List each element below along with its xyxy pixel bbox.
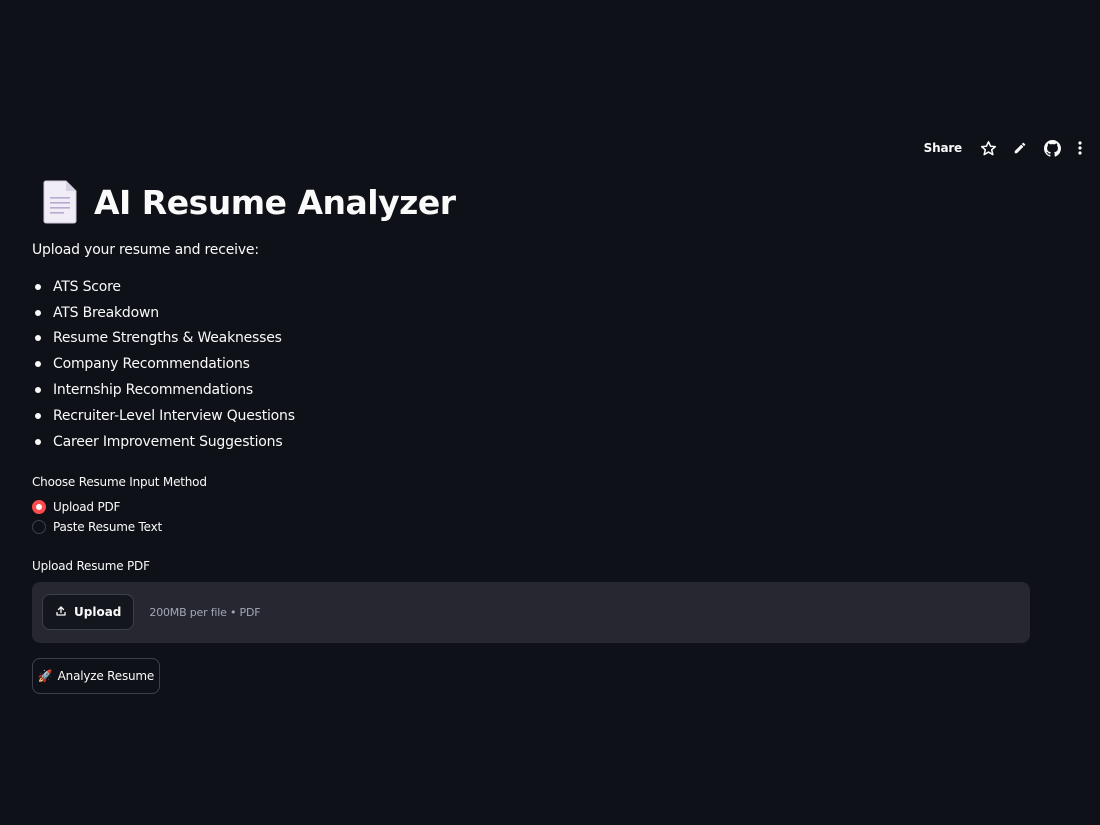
- radio-selected-icon[interactable]: [32, 499, 46, 514]
- feature-list: ATS Score ATS Breakdown Resume Strengths…: [32, 274, 1030, 455]
- bullet-icon: [35, 283, 41, 290]
- list-item: Resume Strengths & Weaknesses: [32, 326, 1030, 352]
- input-method-label: Choose Resume Input Method: [32, 474, 207, 489]
- bullet-icon: [35, 361, 41, 368]
- share-button[interactable]: Share: [914, 141, 972, 155]
- upload-limit-text: 200MB per file • PDF: [149, 605, 261, 619]
- github-icon[interactable]: [1036, 136, 1068, 160]
- feature-text: ATS Score: [53, 278, 121, 295]
- radio-label: Upload PDF: [53, 499, 121, 514]
- bullet-icon: [35, 412, 41, 419]
- title-row: AI Resume Analyzer: [32, 176, 1030, 228]
- analyze-resume-button[interactable]: 🚀 Analyze Resume: [32, 657, 160, 694]
- list-item: ATS Breakdown: [32, 300, 1030, 326]
- feature-text: Career Improvement Suggestions: [53, 433, 283, 450]
- analyze-button-label: Analyze Resume: [57, 668, 155, 683]
- rocket-icon: 🚀: [37, 668, 53, 683]
- list-item: Internship Recommendations: [32, 377, 1030, 403]
- star-icon[interactable]: [972, 136, 1004, 160]
- input-method-radio-group: Upload PDF Paste Resume Text: [32, 497, 1030, 537]
- radio-unselected-icon[interactable]: [32, 519, 46, 534]
- upload-icon: [55, 605, 67, 620]
- upload-button[interactable]: Upload: [42, 594, 135, 631]
- bullet-icon: [35, 438, 41, 445]
- file-dropzone[interactable]: Upload 200MB per file • PDF: [32, 581, 1030, 643]
- bullet-icon: [35, 335, 41, 342]
- feature-text: Resume Strengths & Weaknesses: [53, 330, 282, 347]
- feature-text: Internship Recommendations: [53, 382, 253, 399]
- main-content: AI Resume Analyzer Upload your resume an…: [32, 176, 1030, 694]
- list-item: Recruiter-Level Interview Questions: [32, 403, 1030, 429]
- bullet-icon: [35, 387, 41, 394]
- upload-label: Upload Resume PDF: [32, 558, 150, 573]
- feature-text: ATS Breakdown: [53, 304, 159, 321]
- feature-text: Company Recommendations: [53, 356, 250, 373]
- list-item: ATS Score: [32, 274, 1030, 300]
- radio-upload-pdf[interactable]: Upload PDF: [32, 497, 1030, 517]
- intro-text: Upload your resume and receive:: [32, 242, 259, 258]
- feature-text: Recruiter-Level Interview Questions: [53, 407, 295, 424]
- upload-button-label: Upload: [74, 605, 122, 620]
- list-item: Career Improvement Suggestions: [32, 429, 1030, 455]
- more-vertical-icon[interactable]: [1068, 136, 1092, 160]
- list-item: Company Recommendations: [32, 351, 1030, 377]
- top-toolbar: Share: [914, 136, 1092, 160]
- bullet-icon: [35, 309, 41, 316]
- page-title: AI Resume Analyzer: [94, 182, 456, 222]
- radio-paste-text[interactable]: Paste Resume Text: [32, 517, 1030, 537]
- pencil-icon[interactable]: [1004, 136, 1036, 160]
- radio-label: Paste Resume Text: [53, 519, 163, 534]
- document-icon: [40, 179, 80, 225]
